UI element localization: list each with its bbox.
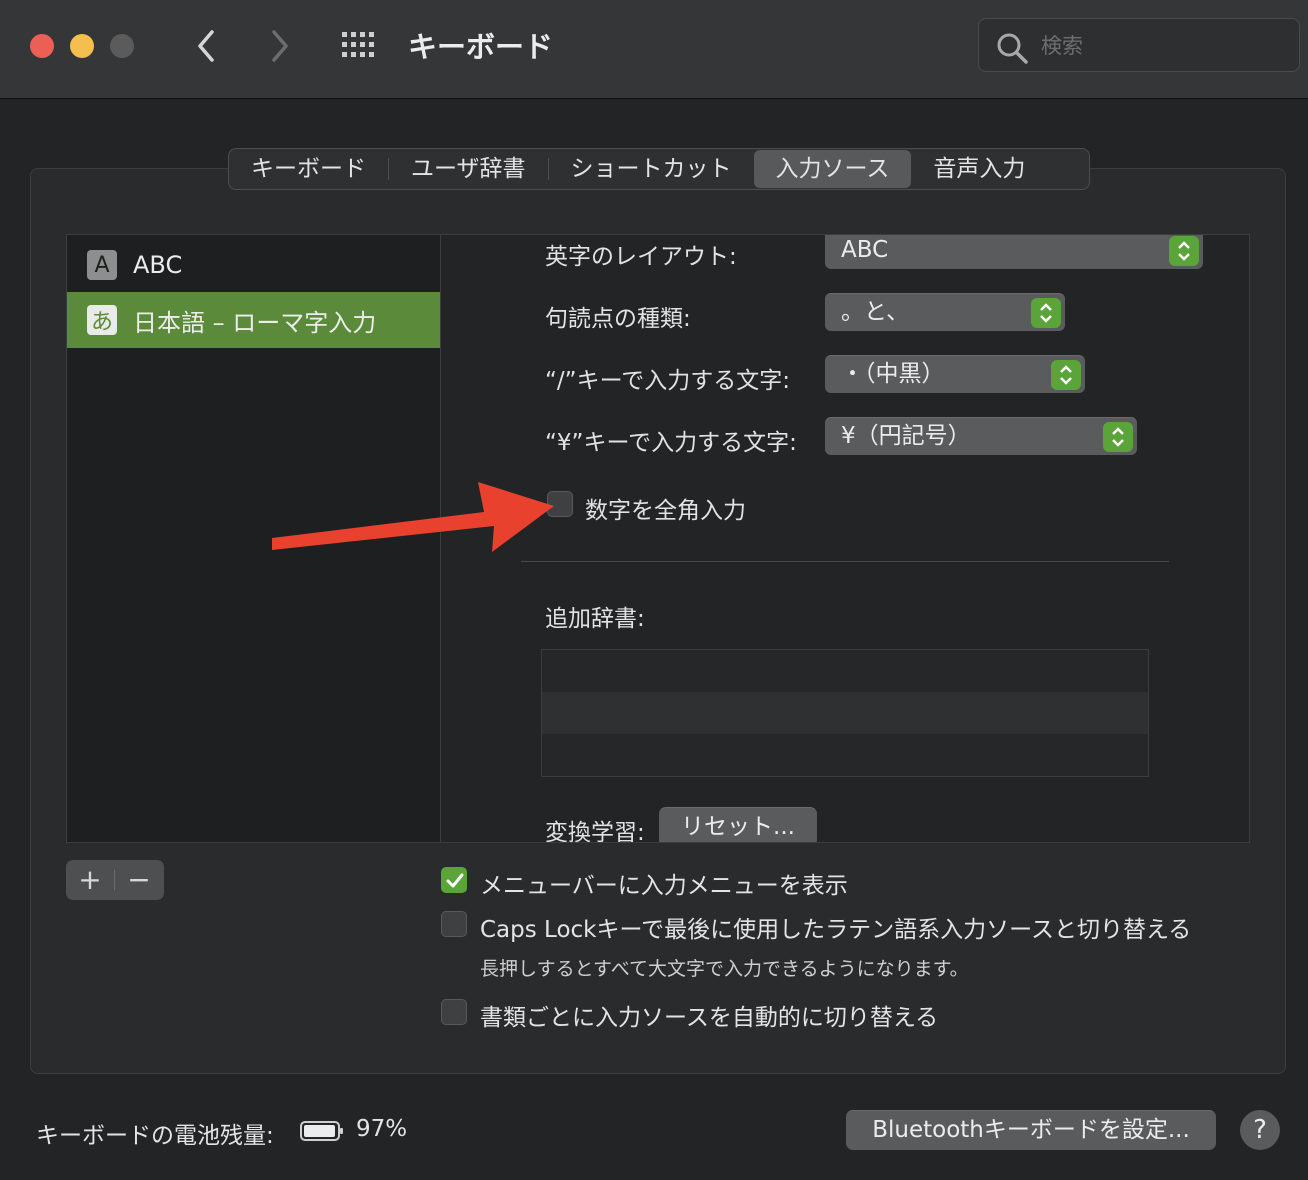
search-icon — [997, 33, 1028, 64]
punctuation-label: 句読点の種類: — [545, 306, 691, 332]
title-bar: キーボード — [0, 0, 1308, 99]
source-settings-pane: 英字のレイアウト: ABC 句読点の種類: 。と、 “/”キーで入力する文字: … — [440, 234, 1250, 843]
auto-switch-checkbox[interactable] — [441, 999, 467, 1025]
annotation-arrow-icon — [272, 482, 554, 552]
list-item-label: 日本語 – ローマ字入力 — [133, 308, 377, 337]
window-title: キーボード — [408, 30, 554, 64]
zoom-button[interactable] — [110, 34, 134, 58]
stepper-icon — [1051, 360, 1081, 390]
caps-lock-switch-label: Caps Lockキーで最後に使用したラテン語系入力ソースと切り替える — [480, 917, 1192, 943]
show-input-menu-label: メニューバーに入力メニューを表示 — [480, 873, 848, 899]
stepper-icon — [1103, 422, 1133, 452]
reset-button[interactable]: リセット... — [659, 807, 817, 842]
caps-lock-switch-note: 長押しするとすべて大文字で入力できるようになります。 — [480, 958, 969, 980]
chevron-left-icon — [198, 30, 214, 62]
setup-bluetooth-keyboard-button[interactable]: Bluetoothキーボードを設定... — [846, 1110, 1216, 1150]
additional-dictionary-label: 追加辞書: — [545, 606, 645, 632]
additional-dictionary-list[interactable] — [541, 649, 1149, 777]
punctuation-value: 。と、 — [841, 299, 910, 325]
yen-key-value: ¥（円記号） — [841, 423, 971, 449]
battery-level-label: キーボードの電池残量: — [36, 1123, 274, 1149]
tab-input-sources[interactable]: 入力ソース — [753, 150, 912, 188]
remove-source-button[interactable]: − — [115, 860, 163, 900]
minimize-button[interactable] — [70, 34, 94, 58]
list-item-label: ABC — [133, 251, 183, 279]
tab-dictation[interactable]: 音声入力 — [911, 149, 1047, 189]
list-item — [542, 650, 1148, 692]
slash-key-popup[interactable]: ・（中黒） — [825, 355, 1085, 393]
battery-icon — [300, 1121, 343, 1141]
list-item — [542, 734, 1148, 776]
chevron-right-icon — [272, 30, 288, 62]
yen-key-label: “¥”キーで入力する文字: — [545, 430, 797, 456]
back-button[interactable] — [188, 26, 224, 66]
list-item-japanese-romaji[interactable]: あ 日本語 – ローマ字入力 — [67, 292, 440, 348]
search-field[interactable] — [978, 18, 1300, 72]
show-all-grid-icon[interactable] — [340, 30, 380, 60]
conversion-learning-label: 変換学習: — [545, 820, 645, 843]
tab-keyboard[interactable]: キーボード — [229, 149, 388, 189]
abc-badge-icon: A — [87, 250, 117, 280]
auto-switch-label: 書類ごとに入力ソースを自動的に切り替える — [480, 1005, 939, 1031]
layout-label: 英字のレイアウト: — [545, 244, 737, 270]
punctuation-popup[interactable]: 。と、 — [825, 293, 1065, 331]
stepper-icon — [1169, 236, 1199, 266]
slash-key-label: “/”キーで入力する文字: — [545, 368, 790, 394]
caps-lock-switch-checkbox[interactable] — [441, 911, 467, 937]
show-input-menu-checkbox[interactable] — [441, 867, 467, 893]
layout-value: ABC — [841, 237, 889, 263]
list-add-remove-controls: + − — [66, 860, 164, 900]
tab-shortcuts[interactable]: ショートカット — [549, 149, 754, 189]
list-item-abc[interactable]: A ABC — [67, 237, 440, 293]
hiragana-badge-icon: あ — [87, 305, 117, 335]
stepper-icon — [1031, 298, 1061, 328]
list-item — [542, 692, 1148, 734]
slash-key-value: ・（中黒） — [841, 361, 945, 387]
checkmark-icon — [446, 873, 464, 888]
help-button[interactable]: ? — [1240, 1110, 1280, 1150]
search-input[interactable] — [1039, 29, 1283, 63]
divider — [521, 561, 1169, 562]
close-button[interactable] — [30, 34, 54, 58]
battery-percent: 97% — [356, 1116, 408, 1142]
layout-popup[interactable]: ABC — [825, 235, 1203, 269]
fullwidth-numbers-label: 数字を全角入力 — [585, 498, 746, 524]
add-source-button[interactable]: + — [66, 860, 114, 900]
tab-bar: キーボード ユーザ辞書 ショートカット 入力ソース 音声入力 — [228, 148, 1090, 190]
yen-key-popup[interactable]: ¥（円記号） — [825, 417, 1137, 455]
tab-user-dictionary[interactable]: ユーザ辞書 — [389, 149, 548, 189]
forward-button[interactable] — [262, 26, 298, 66]
